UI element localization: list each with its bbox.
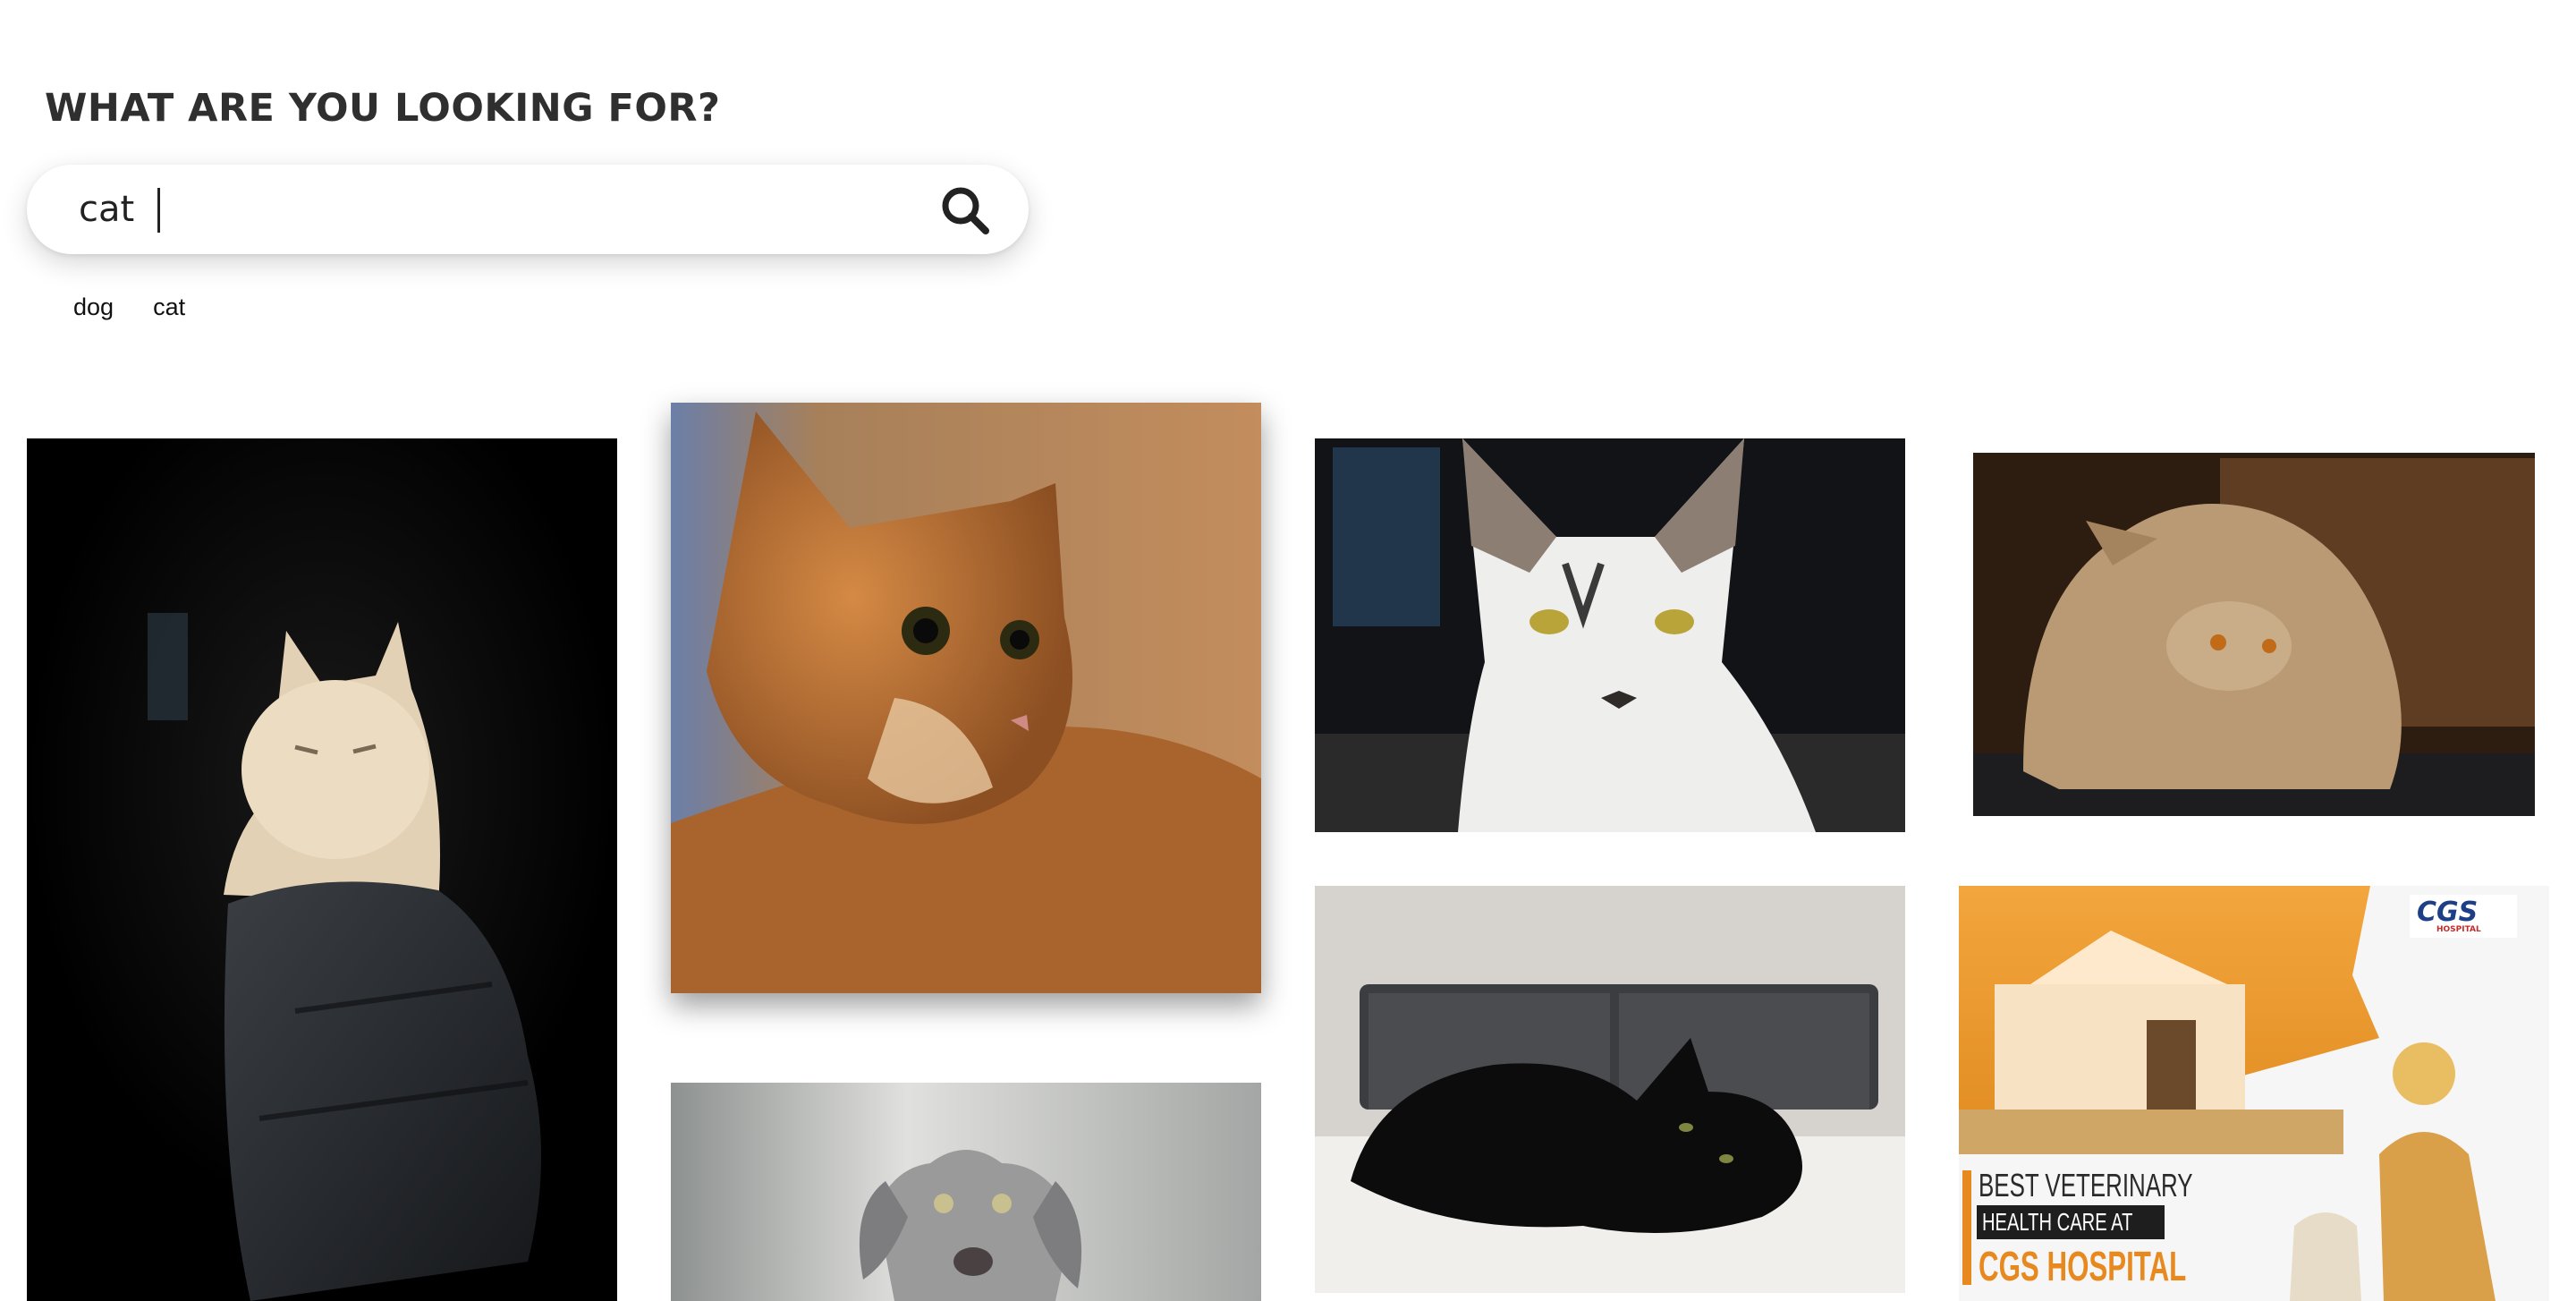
gallery-image-white-cat[interactable] — [1315, 438, 1905, 832]
gallery-image-hospital-ad[interactable]: CGS HOSPITAL BEST VETERINARY HEALTH CARE… — [1959, 886, 2549, 1301]
white-cat-photo — [1315, 438, 1905, 832]
search-button[interactable] — [939, 184, 991, 236]
gallery-image-dog[interactable] — [671, 1083, 1261, 1301]
search-bar — [27, 165, 1029, 254]
persian-cat-photo — [1970, 449, 2538, 820]
page-heading: WHAT ARE YOU LOOKING FOR? — [45, 86, 721, 131]
ad-logo-subtext: HOSPITAL — [2436, 925, 2481, 934]
search-input[interactable] — [79, 181, 884, 238]
gallery-image-persian-cat[interactable] — [1970, 449, 2538, 820]
hospital-ad-line3: CGS HOSPITAL — [1979, 1243, 2187, 1289]
dog-photo — [671, 1083, 1261, 1301]
gallery-image-cream-cat[interactable] — [27, 438, 617, 1301]
gallery-image-orange-cat[interactable] — [671, 403, 1261, 993]
ad-logo-text: CGS — [2417, 897, 2479, 928]
suggestion-cat[interactable]: cat — [153, 293, 185, 321]
search-icon — [942, 187, 989, 234]
hospital-ad-graphic — [1959, 886, 2549, 1301]
suggestion-dog[interactable]: dog — [73, 293, 114, 321]
suggestion-list: dog cat — [73, 293, 185, 321]
hospital-ad-line1: BEST VETERINARY — [1979, 1167, 2193, 1203]
text-caret — [157, 188, 160, 233]
gallery-image-black-cat[interactable] — [1315, 886, 1905, 1293]
hospital-ad-line2: HEALTH CARE AT — [1982, 1208, 2133, 1236]
black-cat-photo — [1315, 886, 1905, 1293]
hospital-ad-logo: CGS HOSPITAL — [2410, 895, 2517, 938]
orange-cat-photo — [671, 403, 1261, 993]
cream-cat-photo — [27, 438, 617, 1301]
